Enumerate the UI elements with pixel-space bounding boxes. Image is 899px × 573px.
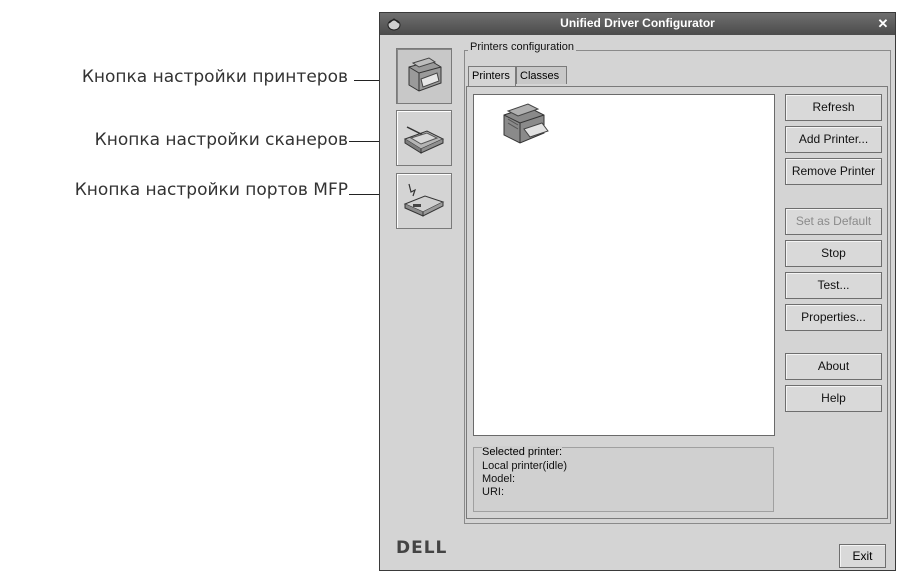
- selected-printer-status: Local printer(idle): [482, 460, 567, 472]
- refresh-button[interactable]: Refresh: [785, 94, 882, 121]
- printer-config-button[interactable]: [396, 48, 452, 104]
- unified-driver-configurator-window: Unified Driver Configurator ✕ Printers c…: [379, 12, 896, 571]
- selected-printer-group: Selected printer: Local printer(idle) Mo…: [473, 446, 774, 512]
- window-title: Unified Driver Configurator: [560, 16, 715, 30]
- selected-printer-model: Model:: [482, 473, 516, 485]
- remove-printer-button[interactable]: Remove Printer: [785, 158, 882, 185]
- title-bar[interactable]: Unified Driver Configurator ✕: [380, 13, 895, 35]
- tab-printers[interactable]: Printers: [468, 66, 516, 86]
- test-button[interactable]: Test...: [785, 272, 882, 299]
- printer-icon: [408, 57, 442, 92]
- callout-mfp-port-settings: Кнопка настройки портов MFP: [74, 180, 348, 200]
- printers-configuration-label: Printers configuration: [468, 41, 576, 53]
- stop-button[interactable]: Stop: [785, 240, 882, 267]
- printer-icon[interactable]: [498, 99, 554, 149]
- callout-scanner-settings: Кнопка настройки сканеров: [94, 130, 348, 150]
- close-icon[interactable]: ✕: [875, 16, 891, 32]
- selected-printer-legend: Selected printer:: [482, 446, 563, 458]
- selected-printer-uri: URI:: [482, 486, 504, 498]
- scanner-icon: [403, 126, 445, 154]
- about-button[interactable]: About: [785, 353, 882, 380]
- callout-printer-settings: Кнопка настройки принтеров: [81, 67, 348, 87]
- exit-button[interactable]: Exit: [839, 544, 886, 568]
- add-printer-button[interactable]: Add Printer...: [785, 126, 882, 153]
- port-config-button[interactable]: [396, 173, 452, 229]
- scanner-config-button[interactable]: [396, 110, 452, 166]
- printer-list[interactable]: [473, 94, 775, 436]
- port-icon: [403, 183, 445, 217]
- help-button[interactable]: Help: [785, 385, 882, 412]
- tab-classes[interactable]: Classes: [516, 66, 567, 84]
- set-as-default-button[interactable]: Set as Default: [785, 208, 882, 235]
- dell-logo: DELL: [396, 538, 448, 558]
- properties-button[interactable]: Properties...: [785, 304, 882, 331]
